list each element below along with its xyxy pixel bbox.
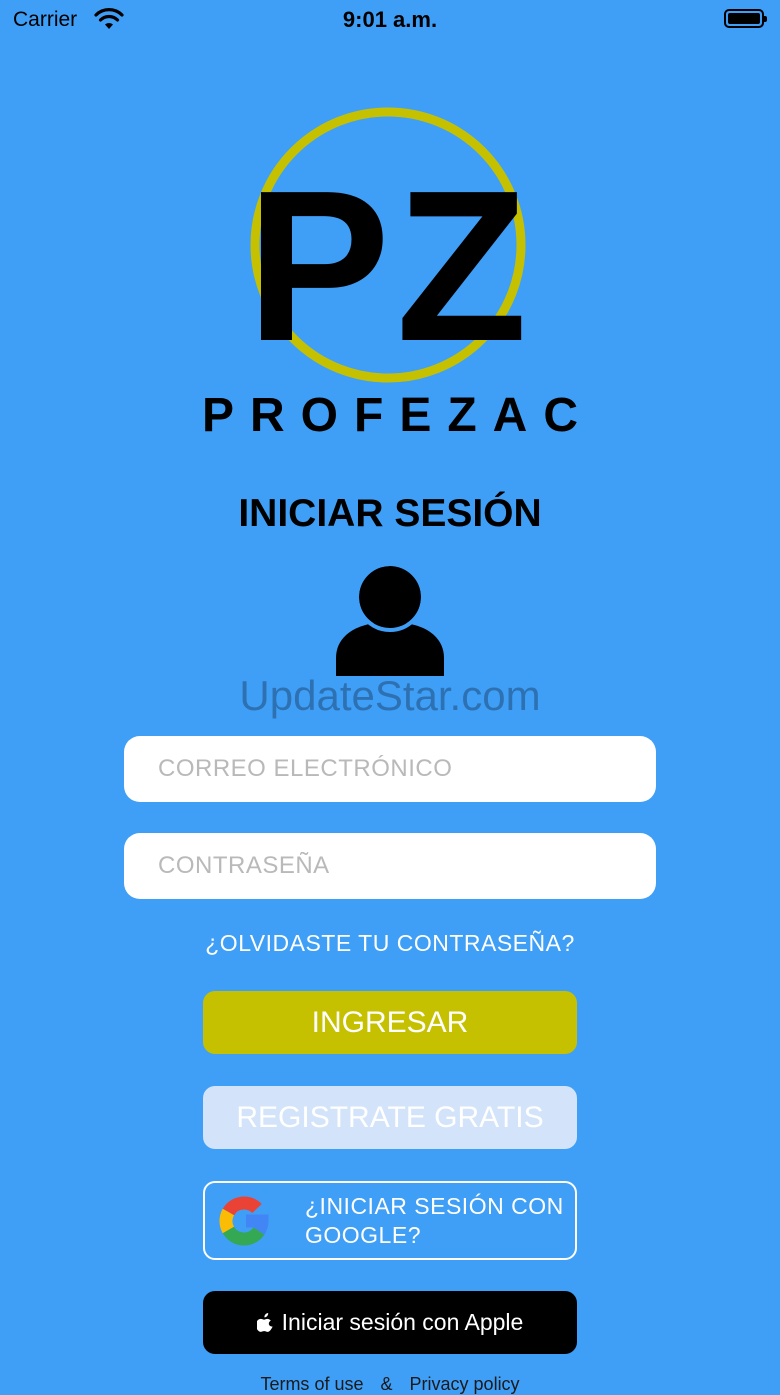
google-icon [219,1196,269,1246]
forgot-password-link[interactable]: ¿OLVIDASTE TU CONTRASEÑA? [0,930,780,957]
user-icon [336,566,444,676]
status-bar: Carrier 9:01 a.m. [0,0,780,40]
brand-name: PROFEZAC [202,389,594,442]
apple-signin-label: Iniciar sesión con Apple [281,1309,524,1335]
logo-monogram: PZ [247,145,534,386]
footer-links: Terms of use & Privacy policy [0,1374,780,1395]
terms-link[interactable]: Terms of use [260,1374,363,1394]
watermark: UpdateStar.com [239,672,541,719]
page-title: INICIAR SESIÓN [238,492,542,535]
register-button[interactable]: REGISTRATE GRATIS [203,1086,577,1149]
battery-icon [724,9,767,28]
login-button[interactable]: INGRESAR [203,991,577,1054]
apple-signin-button[interactable]: Iniciar sesión con Apple [203,1291,577,1354]
privacy-link[interactable]: Privacy policy [410,1374,520,1394]
google-signin-label: ¿INICIAR SESIÓN CON GOOGLE? [305,1193,564,1248]
apple-icon [256,1313,273,1332]
email-input[interactable] [124,736,656,802]
clock: 9:01 a.m. [342,7,438,32]
google-signin-button[interactable]: ¿INICIAR SESIÓN CON GOOGLE? [203,1181,577,1260]
footer-separator: & [380,1374,393,1394]
password-input[interactable] [124,833,656,899]
app-logo: PZ [247,107,534,386]
